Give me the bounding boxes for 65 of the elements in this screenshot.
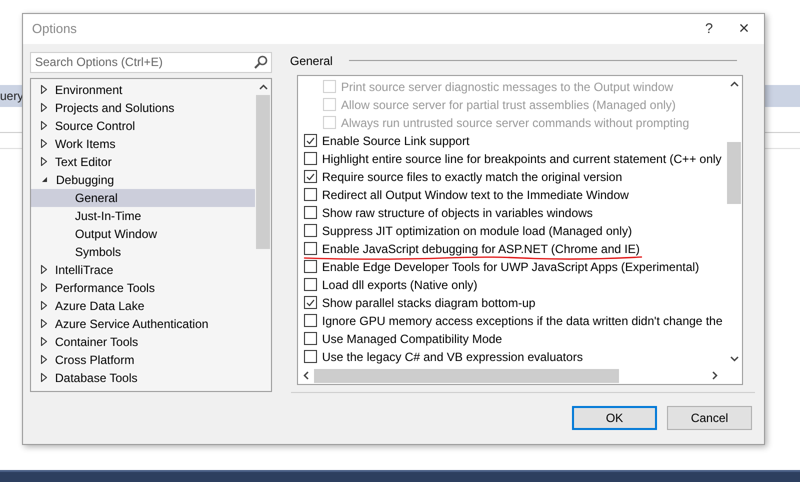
- tree-item[interactable]: IntelliTrace: [31, 260, 255, 279]
- option-label: Suppress JIT optimization on module load (Managed only): [322, 224, 632, 238]
- expanded-arrow-icon[interactable]: [41, 176, 48, 184]
- tree-item[interactable]: Text Editor: [31, 152, 255, 171]
- option-label: Show raw structure of objects in variables windows: [322, 206, 593, 220]
- option-label: Require source files to exactly match the original version: [322, 170, 622, 184]
- window-title: Options: [32, 20, 78, 38]
- option-label: Ignore GPU memory access exceptions if the data written didn't change the: [322, 314, 722, 328]
- scroll-right-icon[interactable]: [712, 371, 718, 380]
- tree-item[interactable]: Azure Data Lake: [31, 296, 255, 315]
- option-label: Print source server diagnostic messages to the Output window: [341, 80, 674, 94]
- checkbox[interactable]: [304, 170, 317, 184]
- checkbox[interactable]: [304, 350, 317, 364]
- option-label: Use Managed Compatibility Mode: [322, 332, 502, 346]
- tree-item[interactable]: Debugging: [31, 170, 255, 189]
- scroll-thumb[interactable]: [256, 94, 270, 249]
- option-label: Highlight entire source line for breakpoints and current statement (C++ only: [322, 152, 722, 166]
- option-label: Enable JavaScript debugging for ASP.NET (Chrome and IE): [322, 242, 640, 256]
- checkbox[interactable]: [304, 224, 317, 238]
- tree-item[interactable]: Container Tools: [31, 332, 255, 351]
- tree-item[interactable]: Environment: [31, 80, 255, 99]
- tree-item[interactable]: Just-In-Time: [31, 206, 255, 225]
- search-field[interactable]: Search Options (Ctrl+E): [30, 52, 272, 73]
- option-label: Enable Edge Developer Tools for UWP JavaScript Apps (Experimental): [322, 260, 700, 274]
- dialog-button[interactable]: Cancel: [667, 406, 752, 430]
- scroll-down-icon[interactable]: [730, 356, 738, 362]
- option-label: Always run untrusted source server commands without prompting: [341, 116, 690, 130]
- checkbox[interactable]: [304, 206, 317, 220]
- scroll-left-icon[interactable]: [303, 371, 309, 380]
- checkbox[interactable]: [304, 314, 317, 328]
- option-label: Load dll exports (Native only): [322, 278, 478, 292]
- tree-item[interactable]: Source Control: [31, 116, 255, 135]
- checkbox[interactable]: [304, 188, 317, 202]
- option-label: Allow source server for partial trust assemblies (Managed only): [341, 98, 676, 112]
- tab-label[interactable]: uery: [0, 87, 24, 105]
- checkbox[interactable]: [304, 152, 317, 166]
- dialog-button[interactable]: OK: [572, 406, 657, 430]
- close-button[interactable]: ×: [724, 15, 764, 42]
- search-input[interactable]: Search Options (Ctrl+E): [35, 53, 254, 72]
- checkbox[interactable]: [304, 296, 317, 310]
- help-button[interactable]: ?: [694, 18, 724, 40]
- tree-item[interactable]: Performance Tools: [31, 278, 255, 297]
- option-label: Redirect all Output Window text to the Immediate Window: [322, 188, 629, 202]
- option-label: Enable Source Link support: [322, 134, 470, 148]
- scroll-thumb[interactable]: [314, 368, 619, 383]
- scroll-up-icon[interactable]: [730, 80, 738, 87]
- tree-item[interactable]: Work Items: [31, 134, 255, 153]
- tree-item[interactable]: General: [31, 188, 255, 207]
- tree-item[interactable]: Azure Service Authentication: [31, 314, 255, 333]
- option-label: Use the legacy C# and VB expression evaluators: [322, 350, 583, 364]
- scroll-up-icon[interactable]: [258, 84, 268, 90]
- checkbox[interactable]: [304, 278, 317, 292]
- checkbox[interactable]: [304, 260, 317, 274]
- checkbox[interactable]: [304, 242, 317, 256]
- search-icon[interactable]: [254, 55, 268, 70]
- tree-item[interactable]: Symbols: [31, 242, 255, 261]
- scroll-thumb[interactable]: [727, 142, 741, 204]
- tree-item[interactable]: Output Window: [31, 224, 255, 243]
- option-label: Show parallel stacks diagram bottom-up: [322, 296, 536, 310]
- tree-item[interactable]: Projects and Solutions: [31, 98, 255, 117]
- checkbox[interactable]: [304, 134, 317, 148]
- checkbox[interactable]: [304, 332, 317, 346]
- page-heading: General: [290, 52, 333, 70]
- tree-item[interactable]: Cross Platform: [31, 350, 255, 369]
- tree-item[interactable]: Database Tools: [31, 368, 255, 387]
